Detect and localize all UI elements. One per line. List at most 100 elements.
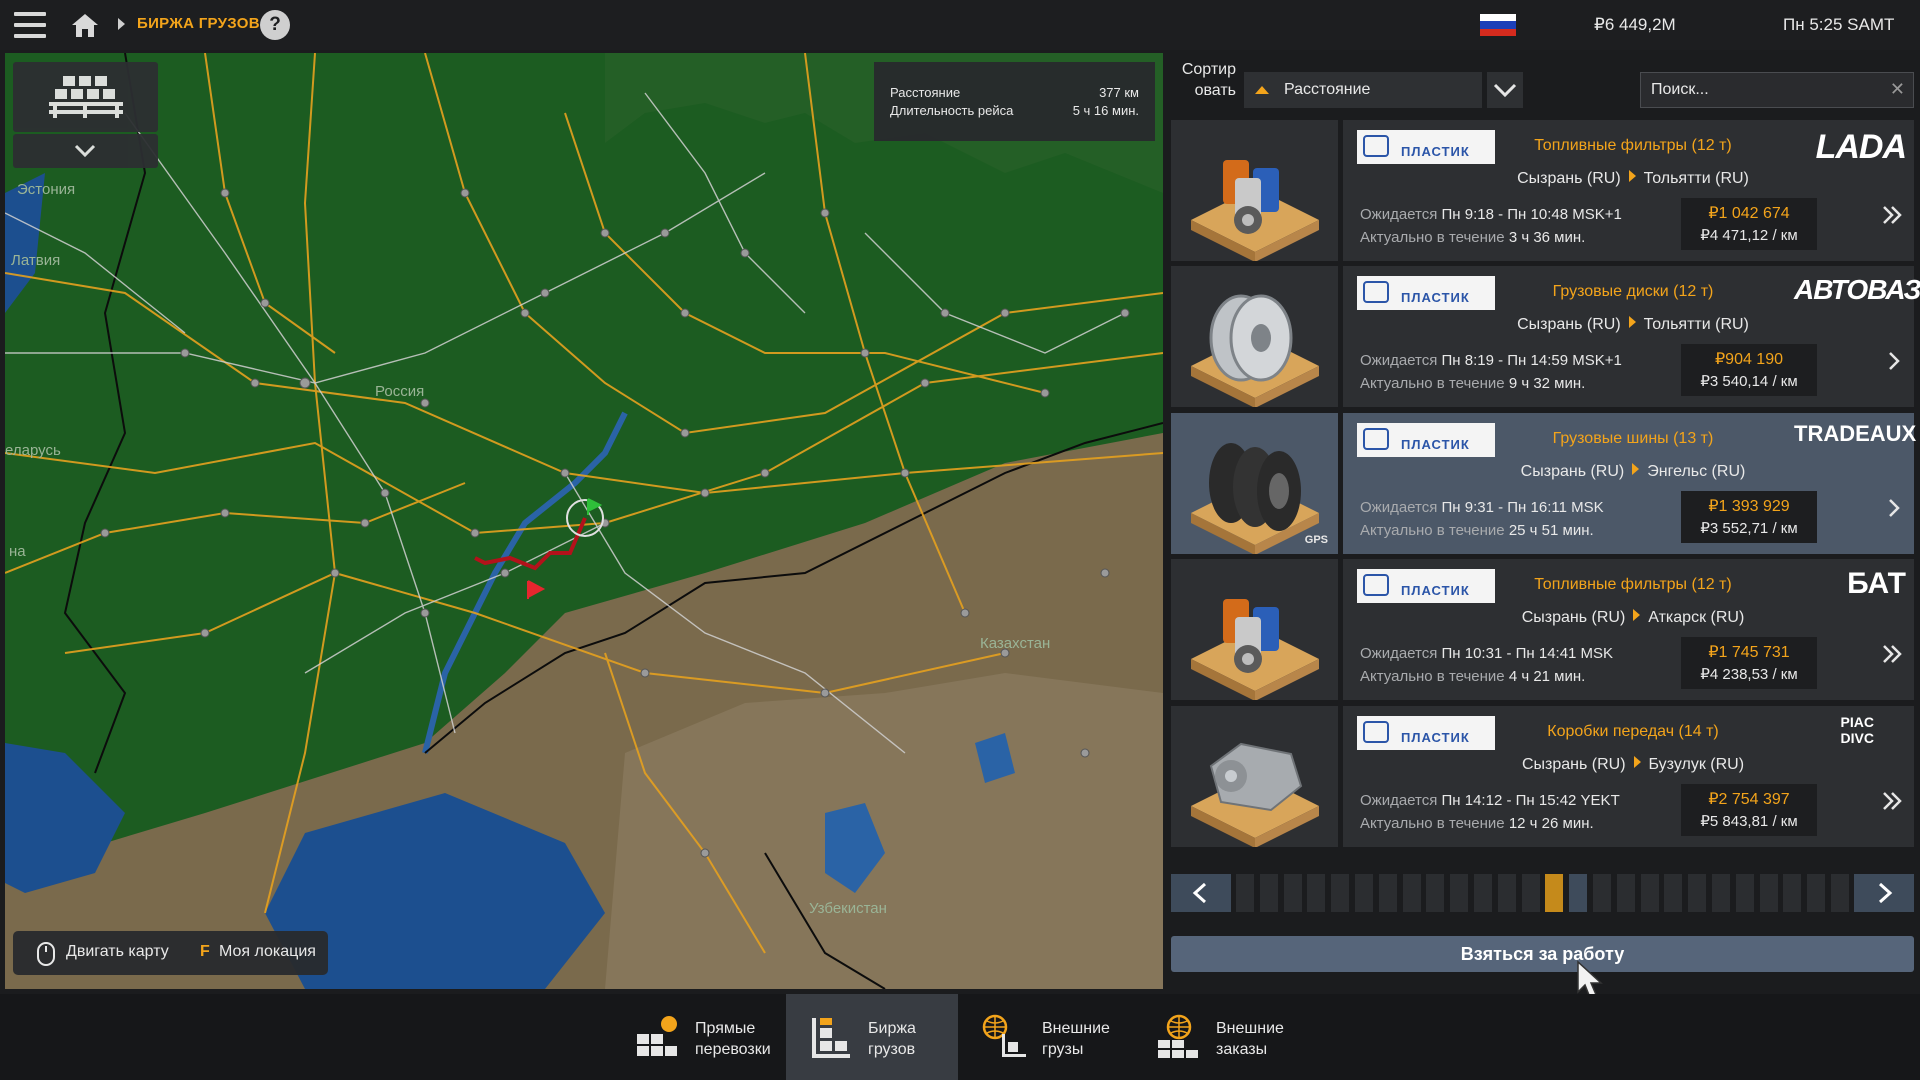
- map-controls-hint: Двигать карту F Моя локация: [13, 931, 328, 975]
- price-box: ₽904 190 ₽3 540,14 / км: [1681, 344, 1817, 396]
- route-arrow-icon: [1632, 463, 1640, 475]
- map-label-uzbekistan: Узбекистан: [809, 900, 887, 917]
- recipient-brand-logo: БАТ: [1847, 567, 1906, 600]
- page-indicator[interactable]: [1664, 874, 1683, 912]
- my-location-button[interactable]: Моя локация: [219, 943, 316, 961]
- valid-label: Актуально в течение: [1360, 375, 1505, 392]
- origin-city: Сызрань (RU): [1521, 756, 1626, 773]
- map-label-russia: Россия: [375, 383, 425, 400]
- tab-cargo-market[interactable]: Биржа грузов: [786, 994, 958, 1080]
- page-indicator[interactable]: [1545, 874, 1564, 912]
- page-indicator[interactable]: [1283, 874, 1302, 912]
- destination-city: Энгельс (RU): [1647, 463, 1746, 480]
- page-indicator[interactable]: [1378, 874, 1397, 912]
- cargo-thumbnail: [1171, 266, 1338, 408]
- top-bar: БИРЖА ГРУЗОВ ? ₽6 449,2M Пн 5:25 SAMT: [0, 0, 1920, 50]
- expected-value: Пн 8:19 - Пн 14:59 MSK+1: [1441, 352, 1622, 369]
- price-per-km: ₽5 843,81 / км: [1700, 813, 1798, 830]
- chevron-left-icon: [1192, 882, 1207, 904]
- mouse-icon: [37, 942, 55, 966]
- clear-search-icon[interactable]: ✕: [1890, 79, 1905, 100]
- page-indicator[interactable]: [1474, 874, 1492, 912]
- page-indicator[interactable]: [1712, 874, 1730, 912]
- valid-value: 3 ч 36 мин.: [1508, 229, 1586, 246]
- tab-external-cargo[interactable]: Внешние грузы: [960, 994, 1132, 1080]
- page-indicator[interactable]: [1593, 874, 1611, 912]
- map-canvas[interactable]: [5, 53, 1163, 989]
- origin-city: Сызрань (RU): [1520, 463, 1625, 480]
- destination-city: Тольятти (RU): [1643, 170, 1749, 187]
- page-indicator[interactable]: [1236, 874, 1254, 912]
- destination-city: Бузулук (RU): [1648, 756, 1745, 773]
- page-indicator[interactable]: [1688, 874, 1707, 912]
- cargo-name: Топливные фильтры (12 т): [1534, 137, 1732, 154]
- job-card[interactable]: ПЛАСТИК Топливные фильтры (12 т) Сызрань…: [1171, 559, 1914, 701]
- page-indicator[interactable]: [1307, 874, 1326, 912]
- company-name: ПЛАСТИК: [1401, 144, 1470, 159]
- page-indicator[interactable]: [1616, 874, 1635, 912]
- page-indicator[interactable]: [1783, 874, 1802, 912]
- map-label-estonia: Эстония: [17, 181, 76, 198]
- page-indicator[interactable]: [1355, 874, 1373, 912]
- route-arrow-icon: [1633, 609, 1641, 621]
- menu-icon[interactable]: [14, 12, 46, 38]
- page-indicator[interactable]: [1497, 874, 1516, 912]
- page-indicator[interactable]: [1807, 874, 1826, 912]
- sort-dropdown-button[interactable]: [1487, 72, 1523, 108]
- map-layers-dropdown[interactable]: [13, 134, 158, 168]
- cargo-pallet-icon: [49, 76, 123, 118]
- company-name: ПЛАСТИК: [1401, 583, 1470, 598]
- page-indicator[interactable]: [1640, 874, 1659, 912]
- route-arrow-icon: [1628, 316, 1636, 328]
- company-emblem-icon: [1363, 574, 1389, 596]
- valid-label: Актуально в течение: [1360, 668, 1505, 685]
- home-icon[interactable]: [70, 12, 100, 38]
- fuel-filters-cargo-icon: [1191, 160, 1319, 262]
- job-card[interactable]: ПЛАСТИК Коробки передач (14 т) Сызрань (…: [1171, 706, 1914, 848]
- cargo-thumbnail: [1171, 559, 1338, 701]
- page-indicator[interactable]: [1569, 874, 1588, 912]
- job-card[interactable]: ПЛАСТИК Грузовые диски (12 т) Сызрань (R…: [1171, 266, 1920, 408]
- page-indicator[interactable]: [1259, 874, 1278, 912]
- expected-value: Пн 9:31 - Пн 16:11 MSK: [1441, 499, 1604, 516]
- take-job-button[interactable]: Взяться за работу: [1171, 936, 1914, 972]
- job-card[interactable]: GPS ПЛАСТИК Грузовые шины (13 т) Сызрань…: [1171, 413, 1916, 555]
- sort-select[interactable]: Расстояние: [1244, 72, 1482, 108]
- world-map[interactable]: Эстония Латвия Россия еларусь на Казахст…: [5, 53, 1163, 989]
- job-price: ₽2 754 397: [1708, 791, 1790, 808]
- next-page-button[interactable]: [1854, 874, 1914, 912]
- page-indicator[interactable]: [1402, 874, 1421, 912]
- chevron-down-icon: [1493, 83, 1517, 98]
- search-box[interactable]: ✕: [1640, 72, 1914, 108]
- price-box: ₽1 745 731 ₽4 238,53 / км: [1681, 637, 1817, 689]
- map-layers-button[interactable]: [13, 62, 158, 132]
- search-input[interactable]: [1651, 79, 1876, 101]
- tab-direct-transport[interactable]: Прямые перевозки: [613, 994, 785, 1080]
- cargo-name: Коробки передач (14 т): [1547, 723, 1719, 740]
- page-indicator[interactable]: [1331, 874, 1350, 912]
- page-indicator[interactable]: [1759, 874, 1778, 912]
- job-card[interactable]: ПЛАСТИК Топливные фильтры (12 т) Сызрань…: [1171, 120, 1914, 262]
- origin-city: Сызрань (RU): [1517, 316, 1621, 333]
- page-indicator[interactable]: [1831, 874, 1849, 912]
- pagination: [1171, 874, 1914, 912]
- expected-time: Ожидается Пн 9:31 - Пн 16:11 MSK: [1360, 499, 1604, 516]
- page-indicator[interactable]: [1426, 874, 1445, 912]
- offer-validity: Актуально в течение 3 ч 36 мин.: [1360, 229, 1585, 246]
- company-logo: ПЛАСТИК: [1357, 569, 1495, 603]
- page-indicator[interactable]: [1735, 874, 1754, 912]
- bottom-tabs: Прямые перевозки Биржа грузов Внешние гр…: [0, 994, 1920, 1080]
- distance-label: Расстояние: [890, 85, 961, 100]
- previous-page-button[interactable]: [1171, 874, 1231, 912]
- double-chevron-icon: [1883, 206, 1902, 224]
- tab-external-orders[interactable]: Внешние заказы: [1134, 994, 1306, 1080]
- page-indicator[interactable]: [1450, 874, 1469, 912]
- valid-value: 4 ч 21 мин.: [1508, 668, 1586, 685]
- offer-validity: Актуально в течение 12 ч 26 мин.: [1360, 815, 1594, 832]
- direct-transport-icon: [637, 1016, 677, 1056]
- company-emblem-icon: [1363, 135, 1389, 157]
- company-logo: ПЛАСТИК: [1357, 276, 1495, 310]
- page-indicator[interactable]: [1521, 874, 1540, 912]
- cargo-name: Грузовые диски (12 т): [1552, 283, 1714, 300]
- help-button[interactable]: ?: [260, 10, 290, 40]
